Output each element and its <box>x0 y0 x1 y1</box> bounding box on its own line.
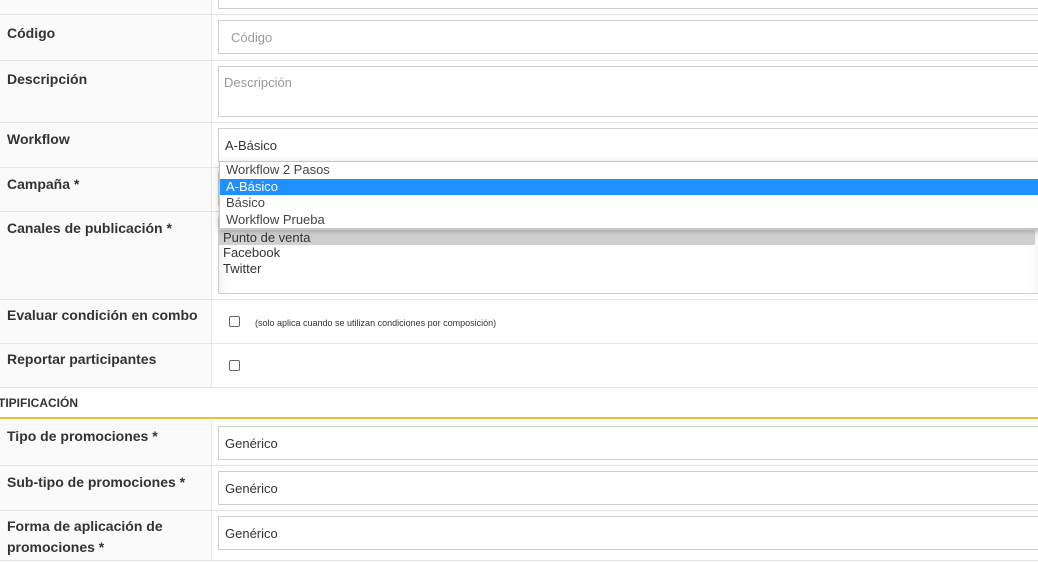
codigo-label: Código <box>0 15 212 60</box>
codigo-placeholder: Código <box>231 30 273 45</box>
forma-label-line2: promociones * <box>7 539 105 555</box>
codigo-input[interactable]: Código <box>218 20 1038 54</box>
campana-label: Campaña * <box>0 168 212 211</box>
tipo-value: Genérico <box>225 436 278 451</box>
evaluar-note: (solo aplica cuando se utilizan condicio… <box>255 318 497 328</box>
codigo-row: Código Código <box>0 15 1038 61</box>
subtipo-row: Sub-tipo de promociones * Genérico <box>0 466 1038 511</box>
top-partial-label <box>0 0 212 14</box>
forma-row: Forma de aplicación de promociones * Gen… <box>0 511 1038 561</box>
forma-select[interactable]: Genérico <box>218 516 1038 550</box>
canales-item[interactable]: Twitter <box>219 261 1038 277</box>
reportar-checkbox[interactable] <box>229 360 240 371</box>
workflow-option[interactable]: Básico <box>220 195 1038 212</box>
canales-label: Canales de publicación * <box>0 212 212 299</box>
reportar-label: Reportar participantes <box>0 344 212 387</box>
descripcion-textarea[interactable]: Descripción <box>218 66 1038 117</box>
descripcion-label: Descripción <box>0 61 212 122</box>
workflow-option[interactable]: Workflow Prueba <box>220 212 1038 229</box>
forma-value: Genérico <box>225 526 278 541</box>
workflow-selected-value: A-Básico <box>225 138 278 153</box>
workflow-label: Workflow <box>0 123 212 167</box>
top-partial-field[interactable] <box>218 0 1038 9</box>
section-header-tipificacion: TIPIFICACIÓN <box>0 388 1038 419</box>
descripcion-row: Descripción Descripción <box>0 61 1038 123</box>
evaluar-checkbox[interactable] <box>229 316 240 327</box>
subtipo-label: Sub-tipo de promociones * <box>0 466 212 510</box>
subtipo-select[interactable]: Genérico <box>218 471 1038 505</box>
forma-label-line1: Forma de aplicación de <box>7 518 163 534</box>
workflow-option[interactable]: Workflow 2 Pasos <box>220 162 1038 179</box>
workflow-option-selected[interactable]: A-Básico <box>220 178 1038 195</box>
reportar-row: Reportar participantes <box>0 344 1038 388</box>
tipo-select[interactable]: Genérico <box>218 426 1038 460</box>
evaluar-label: Evaluar condición en combo <box>0 300 212 343</box>
canales-item[interactable]: Facebook <box>219 245 1038 261</box>
evaluar-row: Evaluar condición en combo (solo aplica … <box>0 300 1038 344</box>
workflow-dropdown-list[interactable]: Workflow 2 Pasos A-Básico Básico Workflo… <box>219 161 1038 229</box>
tipo-label: Tipo de promociones * <box>0 420 212 465</box>
workflow-select[interactable]: A-Básico <box>218 128 1038 162</box>
canales-item[interactable]: Punto de venta <box>219 230 1035 245</box>
descripcion-placeholder: Descripción <box>224 75 292 90</box>
top-partial-row <box>0 0 1038 15</box>
tipo-row: Tipo de promociones * Genérico <box>0 420 1038 466</box>
section-title: TIPIFICACIÓN <box>0 396 78 410</box>
forma-label: Forma de aplicación de promociones * <box>0 511 212 560</box>
subtipo-value: Genérico <box>225 481 278 496</box>
